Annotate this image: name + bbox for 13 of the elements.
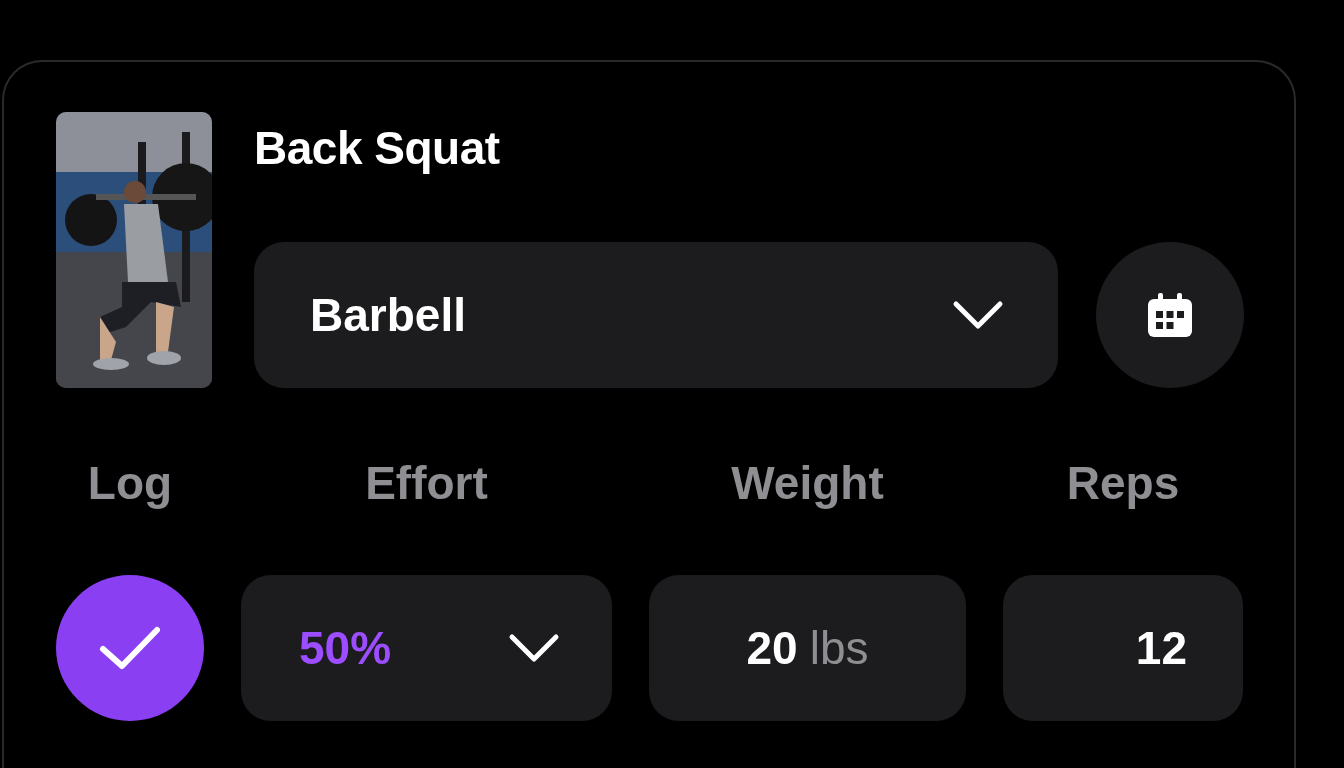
check-icon [98,625,162,671]
effort-dropdown[interactable]: 50% [241,575,612,721]
column-header: Effort [365,456,488,511]
exercise-title: Back Squat [254,121,501,176]
column-header: Weight [731,456,884,511]
equipment-dropdown[interactable]: Barbell [254,242,1058,388]
column-header: Reps [1066,456,1180,511]
column-header: Log [87,456,173,511]
weight-field[interactable]: 20 lbs [649,575,966,721]
reps-field[interactable]: 12 [1003,575,1243,721]
chevron-down-icon [508,633,560,663]
chevron-down-icon [952,300,1004,330]
calendar-icon [1146,291,1194,339]
